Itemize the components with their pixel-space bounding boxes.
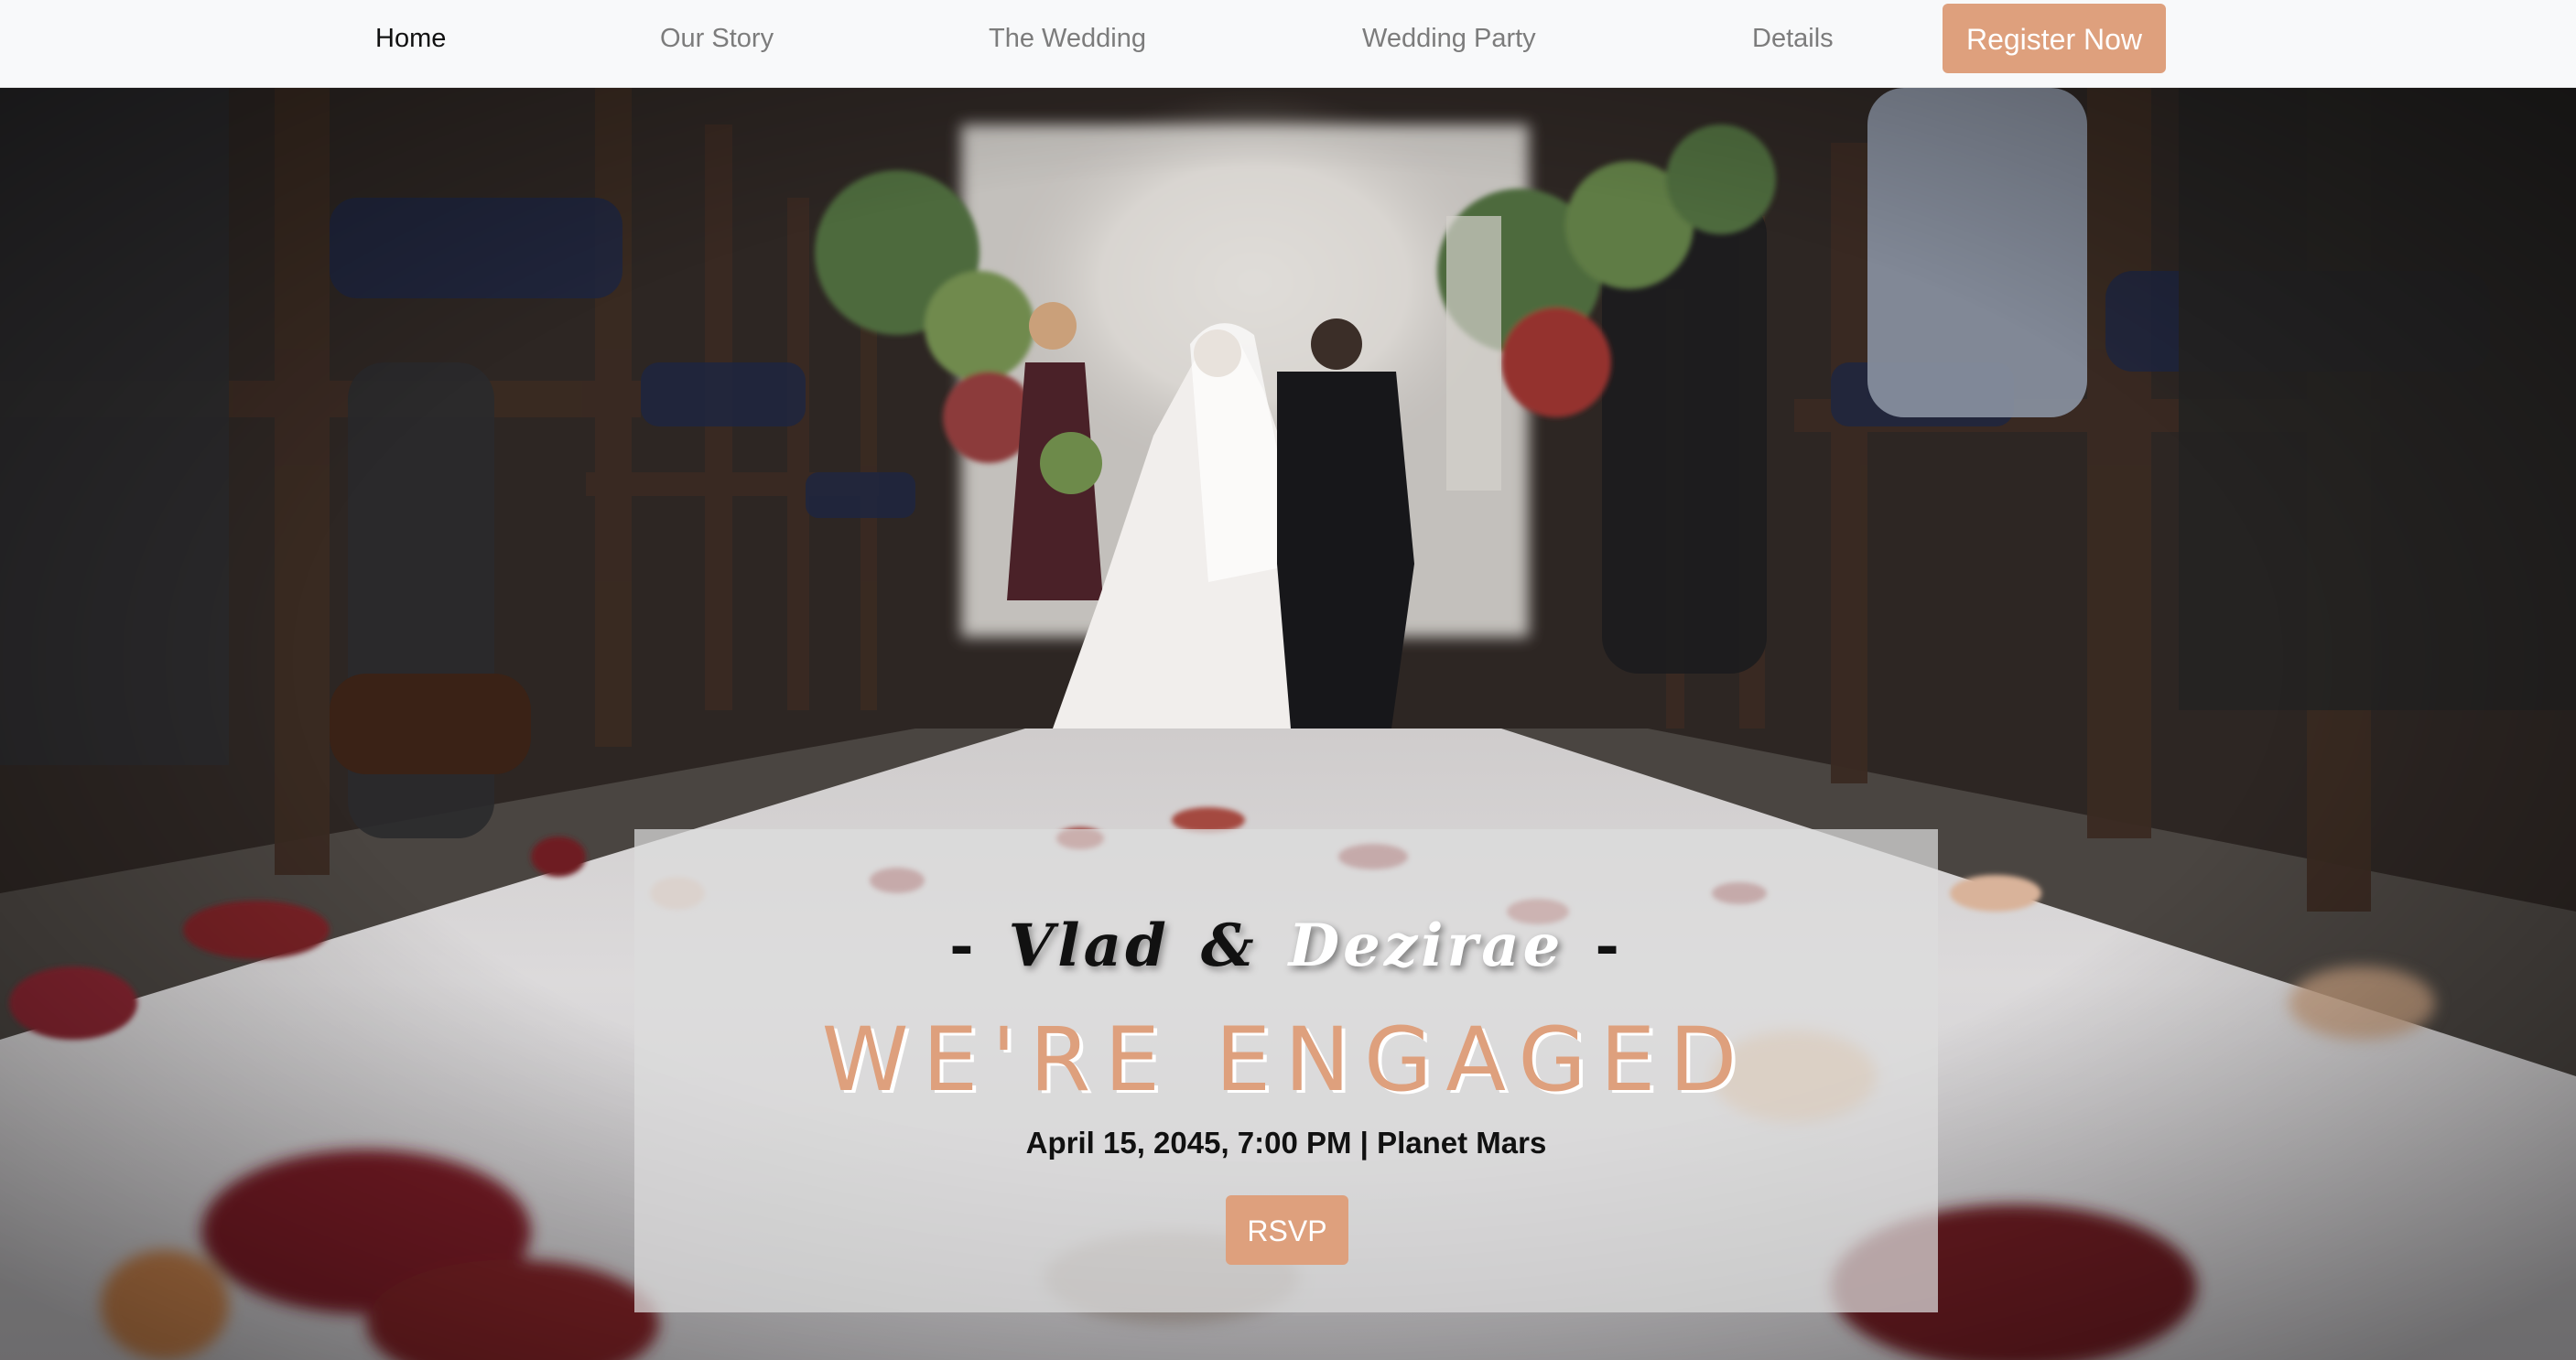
couple-names: - Vlad & Dezirae - (634, 912, 1938, 994)
nav-link-the-wedding[interactable]: The Wedding (989, 0, 1146, 77)
top-navbar: Home Our Story The Wedding Wedding Party… (0, 0, 2576, 88)
partner-name-1: Vlad (1008, 912, 1170, 980)
nav-link-our-story[interactable]: Our Story (660, 0, 774, 77)
hero-section: - Vlad & Dezirae - WE'RE ENGAGED April 15, 2… (0, 88, 2576, 1360)
headline: WE'RE ENGAGED (821, 1009, 1751, 1111)
engagement-card: - Vlad & Dezirae - WE'RE ENGAGED April 15, 2… (634, 829, 1938, 1312)
left-dash: - (949, 912, 978, 980)
rsvp-button[interactable]: RSVP (1226, 1195, 1348, 1265)
right-dash: - (1595, 912, 1623, 980)
event-date-location: April 15, 2045, 7:00 PM | Planet Mars (1025, 1126, 1547, 1160)
nav-link-home[interactable]: Home (375, 0, 446, 77)
register-now-button[interactable]: Register Now (1943, 4, 2166, 73)
partner-name-2: Dezirae (1288, 912, 1564, 980)
ampersand: & (1200, 912, 1258, 980)
nav-link-wedding-party[interactable]: Wedding Party (1362, 0, 1536, 77)
nav-link-details[interactable]: Details (1752, 0, 1834, 77)
